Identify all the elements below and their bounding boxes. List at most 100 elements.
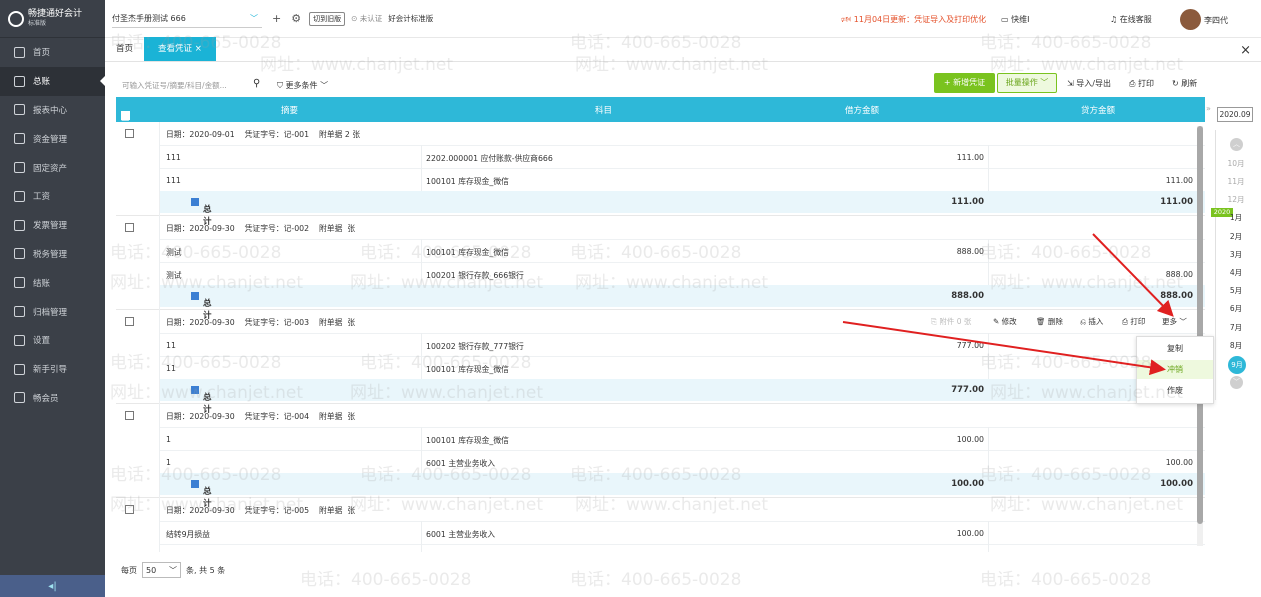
switch-old-version-button[interactable]: 切到旧版 xyxy=(309,11,346,26)
salary-icon xyxy=(14,190,25,202)
month-item[interactable]: 10月 xyxy=(1216,158,1256,169)
edit-button[interactable]: ✎ 修改 xyxy=(993,316,1017,327)
avatar[interactable] xyxy=(1180,9,1201,30)
current-period[interactable]: 2020.09 xyxy=(1217,107,1253,122)
cell-debit: 777.00 xyxy=(956,341,984,350)
more-button[interactable]: 更多 ﹀ xyxy=(1162,316,1187,327)
month-item[interactable]: 8月 xyxy=(1216,340,1256,351)
batch-operation-button[interactable]: 批量操作 ﹀ xyxy=(997,73,1057,93)
table-row[interactable]: 测试 100201 银行存款_666银行 888.00 xyxy=(159,262,1205,284)
month-item[interactable]: 12月 xyxy=(1216,194,1256,205)
tab-home[interactable]: 首页 xyxy=(105,37,144,61)
menu-item-reverse[interactable]: 冲销 xyxy=(1137,360,1213,379)
sidebar-item-2[interactable]: 报表中心 xyxy=(0,96,105,125)
sidebar-item-4[interactable]: 固定资产 xyxy=(0,153,105,182)
print-button[interactable]: ⎙ 打印 xyxy=(1129,78,1154,89)
import-export-button[interactable]: ⇲ 导入/导出 xyxy=(1067,78,1111,89)
month-item[interactable]: 4月 xyxy=(1216,267,1256,278)
close-icon[interactable]: × xyxy=(1240,43,1251,58)
menu-item-copy[interactable]: 复制 xyxy=(1137,339,1213,358)
expand-panel-icon[interactable]: » xyxy=(1206,104,1211,113)
print-voucher-button[interactable]: ⎙ 打印 xyxy=(1122,316,1145,327)
month-selector: ︿ 2020 ﹀ 10月 11月 12月 1月 2月 3月 4月 5月 6月 7月 8月 9月 xyxy=(1211,130,1256,400)
new-voucher-button[interactable]: + 新增凭证 xyxy=(934,73,995,93)
sidebar-item-6[interactable]: 发票管理 xyxy=(0,211,105,240)
more-filter-button[interactable]: ⛉ 更多条件 ﹀ xyxy=(277,80,328,91)
remote-support[interactable]: ▭ 快维I xyxy=(1001,14,1029,25)
voucher-meta: 日期：2020-09-30 凭证字号：记-002 附单据 张 xyxy=(166,224,356,233)
tab-view-voucher[interactable]: 查看凭证 × xyxy=(144,37,216,61)
gear-icon xyxy=(14,334,25,346)
table-row[interactable]: 111 100101 库存现金_微信 111.00 xyxy=(159,168,1205,190)
home-icon xyxy=(14,46,25,58)
chevron-down-icon[interactable]: ﹀ xyxy=(1230,376,1243,389)
sidebar-item-label: 报表中心 xyxy=(33,105,68,116)
sidebar-item-10[interactable]: 设置 xyxy=(0,326,105,355)
voucher-checkbox[interactable] xyxy=(125,317,134,326)
certification-status[interactable]: ⊙ 未认证 xyxy=(351,13,382,24)
voucher-total-row: 总计 111.00 111.00 xyxy=(159,191,1205,227)
table-row[interactable]: 结转9月损益 6001 主营业务收入 100.00 xyxy=(159,521,1205,543)
sidebar-item-5[interactable]: 工资 xyxy=(0,182,105,211)
divider xyxy=(159,122,160,216)
month-item[interactable]: 7月 xyxy=(1216,322,1256,333)
selected-month[interactable]: 9月 xyxy=(1228,356,1246,374)
delete-button[interactable]: 🗑 删除 xyxy=(1036,316,1063,327)
table-row[interactable]: 结转9月损益4103 本年利润100.00 xyxy=(159,544,1205,552)
sidebar-item-7[interactable]: 税务管理 xyxy=(0,240,105,269)
sidebar-item-12[interactable]: 畅会员 xyxy=(0,384,105,413)
month-item[interactable]: 5月 xyxy=(1216,285,1256,296)
collapse-sidebar-icon[interactable]: ◂| xyxy=(0,575,105,597)
month-item[interactable]: 3月 xyxy=(1216,249,1256,260)
month-item[interactable]: 1月 xyxy=(1216,212,1256,223)
cell-credit: 888.00 xyxy=(1165,270,1193,279)
sidebar-item-0[interactable]: 首页 xyxy=(0,38,105,67)
month-item[interactable]: 2月 xyxy=(1216,231,1256,242)
voucher-header: 日期：2020-09-30 凭证字号：记-003 附单据 张 ⎘ 附件 0 张 ✎ … xyxy=(116,310,1205,333)
chevron-up-icon[interactable]: ︿ xyxy=(1230,138,1243,151)
voucher-meta: 日期：2020-09-01 凭证字号：记-001 附单据 2 张 xyxy=(166,130,361,139)
table-row[interactable]: 111 2202.000001 应付账款-供应商666 111.00 xyxy=(159,145,1205,167)
company-name: 付圣杰手册测试 666 xyxy=(112,13,186,23)
gear-icon[interactable]: ⚙ xyxy=(291,12,301,25)
pagination: 每页 50 ﹀ 条, 共 5 条 xyxy=(121,562,225,578)
total-debit: 100.00 xyxy=(951,479,984,489)
sidebar-item-9[interactable]: 归档管理 xyxy=(0,297,105,326)
table-row[interactable]: 测试 100101 库存现金_微信 888.00 xyxy=(159,239,1205,261)
user-name[interactable]: 李四代 xyxy=(1204,15,1228,26)
add-icon[interactable]: + xyxy=(272,12,281,25)
sidebar-item-8[interactable]: 结账 xyxy=(0,268,105,297)
table-row[interactable]: 11 100101 库存现金_微信 xyxy=(159,356,1205,378)
voucher-checkbox[interactable] xyxy=(125,411,134,420)
voucher-checkbox[interactable] xyxy=(125,129,134,138)
search-icon[interactable]: ⚲ xyxy=(253,78,260,89)
sidebar-item-label: 总账 xyxy=(33,77,51,88)
company-selector[interactable]: 付圣杰手册测试 666 ﹀ xyxy=(112,10,262,28)
voucher-checkbox[interactable] xyxy=(125,223,134,232)
table-row[interactable]: 1 6001 主营业务收入 100.00 xyxy=(159,450,1205,472)
sidebar-item-11[interactable]: 新手引导 xyxy=(0,355,105,384)
per-page-select[interactable]: 50 ﹀ xyxy=(142,562,181,578)
close-tab-icon[interactable]: × xyxy=(195,44,202,54)
sidebar-item-label: 新手引导 xyxy=(33,365,68,376)
insert-button[interactable]: ⎌ 插入 xyxy=(1080,316,1103,327)
search-input[interactable]: 可输入凭证号/摘要/科目/金额... xyxy=(122,80,240,91)
refresh-button[interactable]: ↻ 刷新 xyxy=(1172,78,1197,89)
voucher-checkbox[interactable] xyxy=(125,505,134,514)
scroll-thumb[interactable] xyxy=(1197,126,1203,524)
attachment-button[interactable]: ⎘ 附件 0 张 xyxy=(931,316,971,327)
sidebar-item-1[interactable]: 总账 xyxy=(0,66,105,96)
table-row[interactable]: 1 100101 库存现金_微信 100.00 xyxy=(159,427,1205,449)
month-item[interactable]: 6月 xyxy=(1216,303,1256,314)
sidebar-item-3[interactable]: 资金管理 xyxy=(0,124,105,153)
update-notice[interactable]: 🕬 11月04日更新：凭证导入及打印优化 xyxy=(841,14,986,28)
month-item[interactable]: 11月 xyxy=(1216,176,1256,187)
online-service-text: 在线客服 xyxy=(1119,15,1152,24)
total-credit: 100.00 xyxy=(1160,479,1193,489)
divider xyxy=(421,333,422,379)
toolbar: 可输入凭证号/摘要/科目/金额... ⚲ ⛉ 更多条件 ﹀ + 新增凭证 批量操… xyxy=(105,72,1261,96)
online-service[interactable]: ♫ 在线客服 xyxy=(1110,14,1152,25)
menu-item-void[interactable]: 作废 xyxy=(1137,381,1213,400)
app-logo[interactable]: 畅捷通好会计 标准版 xyxy=(0,0,105,38)
table-row[interactable]: 11 100202 银行存款_777银行 777.00 xyxy=(159,333,1205,355)
